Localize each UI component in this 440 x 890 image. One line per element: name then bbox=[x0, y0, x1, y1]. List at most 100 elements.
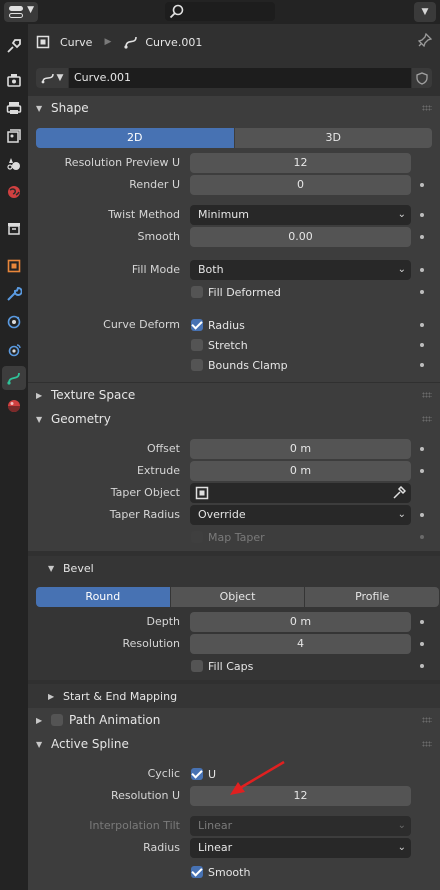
fake-user-button[interactable] bbox=[412, 68, 432, 88]
physics-icon bbox=[8, 344, 21, 357]
keyframe-dot[interactable] bbox=[420, 268, 424, 272]
curve-data-icon bbox=[41, 73, 54, 84]
subpanel-start-end-mapping-header[interactable]: ▶ Start & End Mapping bbox=[28, 684, 440, 708]
chevron-down-icon: ⌄ bbox=[397, 209, 406, 220]
collection-icon bbox=[8, 223, 20, 235]
keyframe-dot[interactable] bbox=[420, 363, 424, 367]
taper-object-field[interactable] bbox=[190, 483, 411, 503]
path-animation-checkbox[interactable] bbox=[51, 714, 63, 726]
stretch-checkbox[interactable]: Stretch bbox=[191, 337, 248, 353]
cyclic-u-checkbox[interactable]: U bbox=[191, 766, 216, 782]
map-taper-checkbox[interactable]: Map Taper bbox=[191, 529, 265, 545]
tab-physics[interactable] bbox=[2, 338, 26, 362]
resolution-u-field[interactable]: 12 bbox=[190, 786, 411, 806]
keyframe-dot[interactable] bbox=[420, 469, 424, 473]
panel-geometry-header[interactable]: ▼ Geometry bbox=[28, 407, 440, 431]
radius-label: Radius bbox=[208, 318, 245, 332]
tab-output[interactable] bbox=[2, 96, 26, 120]
bevel-mode-object-button[interactable]: Object bbox=[170, 587, 305, 607]
keyframe-dot[interactable] bbox=[420, 235, 424, 239]
datablock-browse-button[interactable]: ▼ bbox=[36, 68, 68, 88]
chevron-down-icon: ▼ bbox=[27, 5, 34, 15]
tab-collection[interactable] bbox=[2, 216, 26, 240]
keyframe-dot[interactable] bbox=[420, 513, 424, 517]
fill-deformed-checkbox[interactable]: Fill Deformed bbox=[191, 284, 281, 300]
object-icon bbox=[36, 35, 50, 49]
keyframe-dot[interactable] bbox=[420, 535, 424, 539]
tab-view-layer[interactable] bbox=[2, 124, 26, 148]
taper-object-label: Taper Object bbox=[110, 486, 180, 499]
keyframe-dot[interactable] bbox=[420, 323, 424, 327]
keyframe-dot[interactable] bbox=[420, 183, 424, 187]
interpolation-tilt-dropdown[interactable]: Linear ⌄ bbox=[190, 816, 411, 836]
fill-mode-dropdown[interactable]: Both ⌄ bbox=[190, 260, 411, 280]
taper-radius-dropdown[interactable]: Override ⌄ bbox=[190, 505, 411, 525]
keyframe-dot[interactable] bbox=[420, 642, 424, 646]
curve-data-icon bbox=[7, 372, 20, 385]
keyframe-dot[interactable] bbox=[420, 343, 424, 347]
smooth-checkbox[interactable]: Smooth bbox=[191, 864, 250, 880]
tab-render[interactable] bbox=[2, 68, 26, 92]
breadcrumb-separator-icon: ▶ bbox=[104, 37, 112, 47]
chevron-down-icon: ▼ bbox=[421, 7, 429, 17]
radius-checkbox[interactable]: Radius bbox=[191, 317, 245, 333]
panel-title: Start & End Mapping bbox=[63, 689, 178, 703]
keyframe-dot[interactable] bbox=[420, 290, 424, 294]
tab-material[interactable] bbox=[2, 394, 26, 418]
drag-grip-icon[interactable] bbox=[422, 741, 432, 747]
drag-grip-icon[interactable] bbox=[422, 105, 432, 111]
extrude-field[interactable]: 0 m bbox=[190, 461, 411, 481]
subpanel-bevel-header[interactable]: ▼ Bevel bbox=[28, 556, 440, 580]
render-u-field[interactable]: 0 bbox=[190, 175, 411, 195]
fill-caps-checkbox[interactable]: Fill Caps bbox=[191, 658, 253, 674]
panel-path-animation-header[interactable]: ▶ Path Animation bbox=[28, 708, 440, 732]
keyframe-dot[interactable] bbox=[420, 620, 424, 624]
keyframe-dot[interactable] bbox=[420, 213, 424, 217]
tab-modifier[interactable] bbox=[2, 282, 26, 306]
depth-label: Depth bbox=[146, 615, 180, 628]
subpanel-bevel-body: Round Object Profile Depth 0 m Resolutio… bbox=[28, 580, 440, 680]
drag-grip-icon[interactable] bbox=[422, 416, 432, 422]
tab-scene[interactable] bbox=[2, 152, 26, 176]
tab-tool[interactable] bbox=[2, 34, 26, 58]
options-dropdown[interactable]: ▼ bbox=[414, 2, 436, 22]
smooth-field[interactable]: 0.00 bbox=[190, 227, 411, 247]
bevel-mode-round-button[interactable]: Round bbox=[36, 587, 170, 607]
drag-grip-icon[interactable] bbox=[422, 392, 432, 398]
bounds-clamp-checkbox[interactable]: Bounds Clamp bbox=[191, 357, 288, 373]
checkbox-box bbox=[191, 866, 203, 878]
bevel-mode-toggle: Round Object Profile bbox=[36, 587, 440, 607]
dimension-2d-button[interactable]: 2D bbox=[36, 128, 234, 148]
tab-object[interactable] bbox=[2, 254, 26, 278]
eyedropper-icon[interactable] bbox=[392, 486, 406, 500]
twist-method-value: Minimum bbox=[198, 208, 249, 221]
offset-label: Offset bbox=[146, 442, 180, 455]
resolution-preview-u-field[interactable]: 12 bbox=[190, 153, 411, 173]
spline-smooth-label: Smooth bbox=[208, 865, 251, 879]
twist-method-dropdown[interactable]: Minimum ⌄ bbox=[190, 205, 411, 225]
fill-deformed-label: Fill Deformed bbox=[208, 285, 281, 299]
spline-radius-dropdown[interactable]: Linear ⌄ bbox=[190, 838, 411, 858]
dimension-3d-button[interactable]: 3D bbox=[234, 128, 432, 148]
checkbox-box bbox=[191, 660, 203, 672]
bevel-resolution-field[interactable]: 4 bbox=[190, 634, 411, 654]
panel-active-spline-header[interactable]: ▼ Active Spline bbox=[28, 732, 440, 756]
keyframe-dot[interactable] bbox=[420, 447, 424, 451]
tab-particles[interactable] bbox=[2, 310, 26, 334]
tab-world[interactable] bbox=[2, 180, 26, 204]
pin-icon[interactable] bbox=[418, 33, 432, 47]
resolution-preview-u-label: Resolution Preview U bbox=[64, 156, 180, 169]
editor-type-selector[interactable]: ▼ bbox=[4, 2, 38, 22]
tab-data[interactable] bbox=[2, 366, 26, 390]
panel-shape-header[interactable]: ▼ Shape bbox=[28, 96, 440, 120]
depth-field[interactable]: 0 m bbox=[190, 612, 411, 632]
cyclic-u-label: U bbox=[208, 767, 217, 781]
bevel-mode-profile-button[interactable]: Profile bbox=[305, 587, 440, 607]
offset-field[interactable]: 0 m bbox=[190, 439, 411, 459]
drag-grip-icon[interactable] bbox=[422, 717, 432, 723]
search-input[interactable] bbox=[165, 2, 275, 21]
properties-editor: Curve ▶ Curve.001 ▼ Curve.001 ▼ Shape 2D… bbox=[28, 24, 440, 890]
keyframe-dot[interactable] bbox=[420, 664, 424, 668]
panel-texture-space-header[interactable]: ▶ Texture Space bbox=[28, 383, 440, 407]
datablock-name-field[interactable]: Curve.001 bbox=[69, 68, 411, 88]
